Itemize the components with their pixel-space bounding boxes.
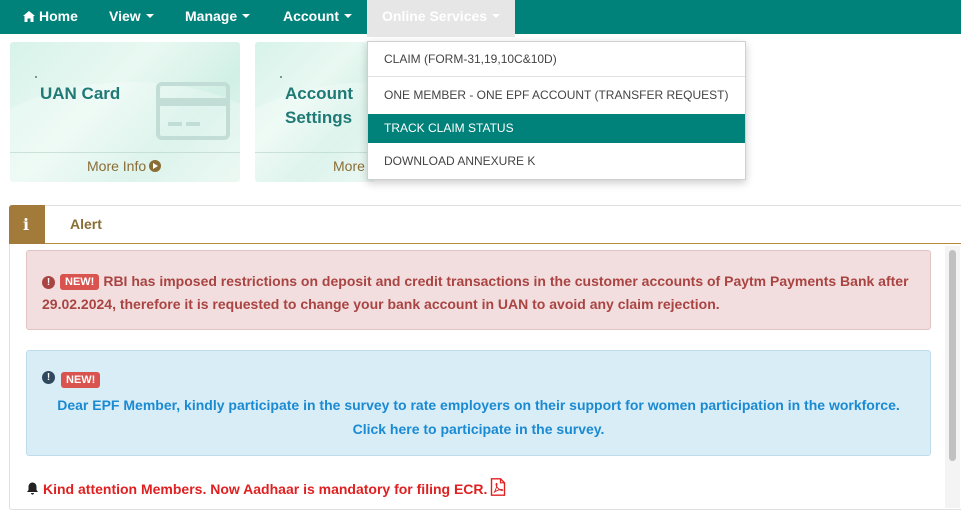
exclamation-circle-icon: ! [42,371,55,384]
menu-item-claim[interactable]: CLAIM (FORM-31,19,10C&10D) [368,42,745,77]
online-services-dropdown: CLAIM (FORM-31,19,10C&10D) ONE MEMBER - … [367,41,746,180]
paytm-alert-message: RBI has imposed restrictions on deposit … [42,273,909,312]
bell-icon [27,482,38,495]
nav-home[interactable]: Home [23,0,78,34]
new-badge: NEW! [60,274,100,290]
caret-down-icon [242,14,251,19]
caret-down-icon [492,14,501,19]
card-dot [280,76,282,78]
exclamation-circle-icon: ! [42,276,55,289]
paytm-alert-box: ! NEW! RBI has imposed restrictions on dep… [26,250,931,330]
info-icon: i [9,205,45,244]
nav-view-label: View [109,8,141,24]
menu-item-transfer-request[interactable]: ONE MEMBER - ONE EPF ACCOUNT (TRANSFER R… [368,78,745,113]
account-settings-more-link[interactable]: More [333,158,365,174]
more-info-label: More Info [87,158,147,174]
nav-manage-label: Manage [185,8,238,24]
scrollbar-thumb[interactable] [949,250,956,461]
nav-account-label: Account [283,8,339,24]
survey-message[interactable]: Dear EPF Member, kindly participate in t… [27,393,930,417]
top-navbar: Home View Manage Account Online Services [0,0,961,37]
arrow-circle-right-icon [149,160,162,172]
caret-down-icon [145,14,154,19]
paytm-alert-text: ! NEW! RBI has imposed restrictions on dep… [42,270,922,316]
nav-online-services[interactable]: Online Services [367,0,515,37]
menu-item-track-claim-status[interactable]: TRACK CLAIM STATUS [368,114,745,143]
uan-card-tile[interactable]: UAN Card More Info [10,42,240,182]
nav-manage[interactable]: Manage [185,0,251,34]
aadhaar-notice-text: Kind attention Members. Now Aadhaar is m… [43,481,488,497]
home-icon [23,11,35,22]
account-settings-title: Account Settings [285,84,353,127]
aadhaar-notice: Kind attention Members. Now Aadhaar is m… [26,478,506,497]
alert-panel-title: Alert [70,216,102,232]
survey-link[interactable]: Click here to participate in the survey. [27,417,930,441]
panel-divider [9,243,961,244]
nav-account[interactable]: Account [283,0,352,34]
menu-item-download-annexure-k[interactable]: DOWNLOAD ANNEXURE K [368,147,745,176]
card-dot [35,76,37,78]
account-settings-tile[interactable]: Account Settings More [255,42,375,182]
pdf-file-icon[interactable] [490,478,506,496]
survey-alert-box: ! NEW! Dear EPF Member, kindly participa… [26,350,931,456]
nav-home-label: Home [39,8,78,24]
caret-down-icon [344,14,352,19]
new-badge: NEW! [61,372,101,388]
uan-card-title: UAN Card [40,84,121,103]
nav-view[interactable]: View [109,0,154,34]
uan-card-more-info-link[interactable]: More Info [87,158,162,174]
survey-alert-text[interactable]: Dear EPF Member, kindly participate in t… [27,393,930,441]
credit-card-icon [156,82,230,140]
nav-online-services-label: Online Services [382,8,488,24]
